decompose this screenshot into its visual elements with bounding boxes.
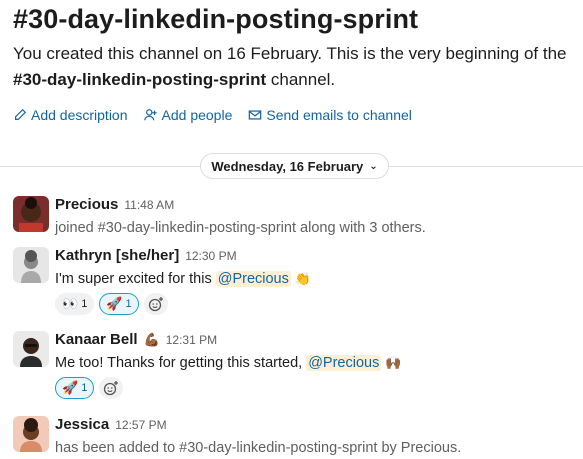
timestamp[interactable]: 11:48 AM [124, 198, 174, 212]
add-emoji-icon [148, 297, 163, 312]
message-body: Kathryn [she/her] 12:30 PM I'm super exc… [55, 247, 583, 315]
add-reaction-button[interactable] [143, 293, 168, 315]
date-divider-button[interactable]: Wednesday, 16 February ⌄ [200, 153, 389, 179]
email-icon [249, 110, 262, 120]
intro-text: You created this channel on 16 February.… [13, 44, 567, 63]
reactions: 👀 1 🚀 1 [55, 293, 583, 315]
author-name[interactable]: Kanaar Bell [55, 331, 138, 348]
rocket-emoji: 🚀 [106, 296, 123, 311]
reaction-rocket[interactable]: 🚀 1 [55, 377, 95, 399]
clapping-hands-emoji: 👏 [294, 271, 312, 286]
date-label: Wednesday, 16 February [211, 158, 364, 174]
message-text: joined #30-day-linkedin-posting-sprint a… [55, 220, 426, 236]
message-text-content: Me too! Thanks for getting this started, [55, 355, 303, 371]
channel-intro: You created this channel on 16 February.… [13, 41, 583, 93]
reaction-rocket[interactable]: 🚀 1 [99, 293, 139, 315]
author-name[interactable]: Precious [55, 196, 118, 213]
add-description-label: Add description [31, 107, 128, 123]
message-text: I'm super excited for this @Precious 👏 [55, 268, 583, 290]
user-mention[interactable]: @Precious [215, 271, 291, 287]
channel-header: #30-day-linkedin-posting-sprint You crea… [13, 0, 583, 123]
send-emails-label: Send emails to channel [266, 107, 412, 123]
rocket-emoji: 🚀 [62, 380, 79, 395]
raising-hands-emoji: 🙌🏾 [385, 355, 402, 370]
avatar[interactable] [13, 416, 49, 452]
author-name[interactable]: Jessica [55, 416, 109, 433]
intro-channel-name: #30-day-linkedin-posting-sprint [13, 70, 267, 89]
message-text: Me too! Thanks for getting this started,… [55, 352, 583, 374]
add-people-button[interactable]: Add people [143, 107, 233, 123]
author-name[interactable]: Kathryn [she/her] [55, 247, 179, 264]
channel-actions: Add description Add people Send emails t… [13, 107, 583, 123]
add-description-button[interactable]: Add description [13, 107, 128, 123]
message-meta: Precious 11:48 AM [55, 196, 583, 216]
reaction-count: 1 [81, 382, 88, 394]
avatar[interactable] [13, 331, 49, 367]
flexed-biceps-emoji: 💪🏾 [143, 332, 160, 347]
message-meta: Kanaar Bell 💪🏾 12:31 PM [55, 331, 583, 351]
add-emoji-icon [104, 381, 119, 396]
intro-text-end: channel. [270, 70, 336, 89]
add-person-icon [143, 109, 157, 121]
message-text-content: I'm super excited for this [55, 271, 212, 287]
avatar[interactable] [13, 196, 49, 232]
user-mention[interactable]: @Precious [306, 355, 382, 371]
channel-title: #30-day-linkedin-posting-sprint [13, 4, 419, 34]
message-meta: Jessica 12:57 PM [55, 416, 583, 436]
reaction-count: 1 [125, 298, 132, 310]
reaction-count: 1 [81, 298, 88, 310]
add-people-label: Add people [161, 107, 233, 123]
chevron-down-icon: ⌄ [369, 160, 378, 172]
message-body: Jessica 12:57 PM has been added to #30-d… [55, 416, 583, 459]
message-body: Kanaar Bell 💪🏾 12:31 PM Me too! Thanks f… [55, 331, 583, 399]
eyes-emoji: 👀 [62, 296, 79, 311]
reaction-eyes[interactable]: 👀 1 [55, 293, 95, 315]
message-meta: Kathryn [she/her] 12:30 PM [55, 247, 583, 267]
pencil-icon [15, 108, 27, 120]
timestamp[interactable]: 12:30 PM [185, 249, 236, 263]
add-reaction-button[interactable] [99, 377, 124, 399]
message-body: Precious 11:48 AM joined #30-day-linkedi… [55, 196, 583, 239]
timestamp[interactable]: 12:31 PM [166, 333, 217, 347]
timestamp[interactable]: 12:57 PM [115, 418, 166, 432]
send-emails-button[interactable]: Send emails to channel [248, 107, 412, 123]
avatar[interactable] [13, 247, 49, 283]
message-text: has been added to #30-day-linkedin-posti… [55, 440, 462, 456]
reactions: 🚀 1 [55, 377, 583, 399]
